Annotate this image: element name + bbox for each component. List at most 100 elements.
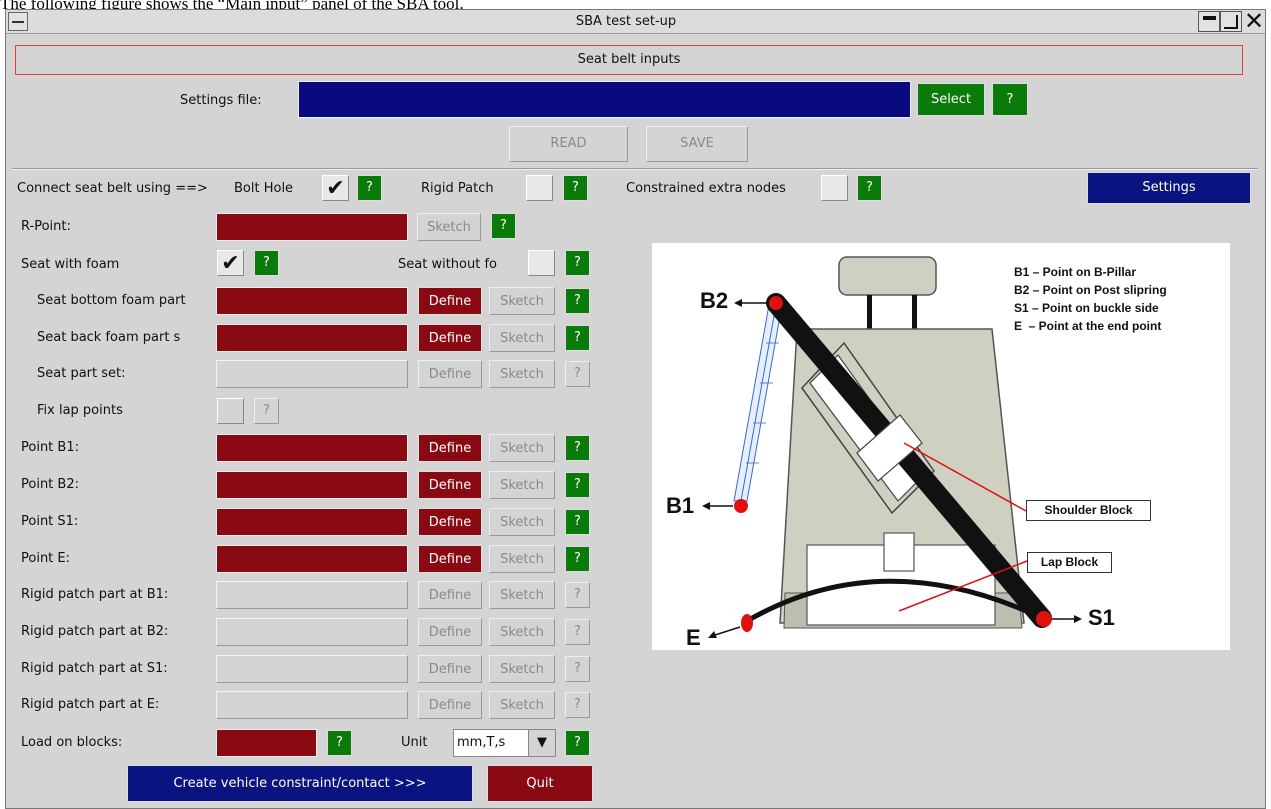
- bolt-hole-help-button[interactable]: ?: [357, 175, 382, 201]
- headrest: [838, 256, 937, 296]
- rigid-patch-b2-define-button[interactable]: Define: [418, 618, 482, 646]
- load-on-blocks-input[interactable]: [216, 729, 317, 757]
- bolt-hole-checkbox[interactable]: ✔: [322, 175, 349, 201]
- bolt-hole-label: Bolt Hole: [234, 181, 294, 196]
- sba-window: SBA test set-up ✕ Seat belt inputs Setti…: [5, 9, 1266, 809]
- seat-with-foam-help-button[interactable]: ?: [254, 250, 279, 276]
- seat-without-foam-checkbox[interactable]: [528, 250, 555, 276]
- rpoint-help-button[interactable]: ?: [491, 213, 516, 239]
- point-s1-input[interactable]: [216, 508, 408, 536]
- select-button[interactable]: Select: [917, 83, 985, 116]
- seat-with-foam-label: Seat with foam: [21, 257, 120, 272]
- point-b1-input[interactable]: [216, 434, 408, 462]
- seat-back-foam-help-button[interactable]: ?: [565, 325, 590, 351]
- window-title: SBA test set-up: [575, 14, 677, 29]
- seat-part-set-help-button[interactable]: ?: [565, 361, 590, 387]
- point-b1-define-button[interactable]: Define: [418, 434, 482, 462]
- point-e-help-button[interactable]: ?: [565, 546, 590, 572]
- rigid-patch-s1-help-button[interactable]: ?: [565, 656, 590, 682]
- title-bar: SBA test set-up ✕: [6, 9, 1265, 34]
- constrained-nodes-checkbox[interactable]: [821, 175, 848, 201]
- point-s1-sketch-button[interactable]: Sketch: [489, 508, 555, 536]
- restore-icon[interactable]: [1220, 11, 1242, 32]
- seat-bottom-foam-help-button[interactable]: ?: [565, 288, 590, 314]
- save-button[interactable]: SAVE: [646, 126, 748, 162]
- seat-without-foam-label: Seat without fo: [398, 257, 497, 272]
- rigid-patch-b1-input[interactable]: [216, 581, 408, 609]
- rpoint-sketch-button[interactable]: Sketch: [417, 213, 481, 241]
- quit-button[interactable]: Quit: [487, 765, 593, 802]
- unit-label: Unit: [401, 735, 428, 750]
- label-e: E: [686, 625, 701, 650]
- seat-with-foam-checkbox[interactable]: ✔: [217, 250, 244, 276]
- rigid-patch-e-define-button[interactable]: Define: [418, 691, 482, 719]
- load-on-blocks-help-button[interactable]: ?: [327, 730, 352, 756]
- rigid-patch-e-sketch-button[interactable]: Sketch: [489, 691, 555, 719]
- settings-button[interactable]: Settings: [1087, 172, 1251, 204]
- lap-block-label: Lap Block: [1027, 552, 1112, 573]
- rpoint-input[interactable]: [216, 213, 408, 241]
- point-s1-help-button[interactable]: ?: [565, 509, 590, 535]
- seat-part-set-label: Seat part set:: [37, 366, 126, 381]
- seat-without-foam-help-button[interactable]: ?: [565, 250, 590, 276]
- constrained-nodes-help-button[interactable]: ?: [857, 175, 882, 201]
- rigid-patch-b1-help-button[interactable]: ?: [565, 582, 590, 608]
- seat-back-foam-define-button[interactable]: Define: [418, 324, 482, 352]
- point-b2-marker: [769, 296, 783, 310]
- rigid-patch-b1-label: Rigid patch part at B1:: [21, 587, 169, 602]
- rigid-patch-e-help-button[interactable]: ?: [565, 692, 590, 718]
- seat-bottom-foam-define-button[interactable]: Define: [418, 287, 482, 315]
- rigid-patch-s1-define-button[interactable]: Define: [418, 655, 482, 683]
- rigid-patch-b2-sketch-button[interactable]: Sketch: [489, 618, 555, 646]
- unit-select[interactable]: mm,T,s ▼: [453, 729, 556, 757]
- rigid-patch-help-button[interactable]: ?: [563, 175, 588, 201]
- seat-bottom-foam-sketch-button[interactable]: Sketch: [489, 287, 555, 315]
- point-e-input[interactable]: [216, 545, 408, 573]
- point-b1-marker: [734, 499, 748, 513]
- legend-line-2: B2 – Point on Post slipring: [1014, 283, 1167, 297]
- seat-part-set-sketch-button[interactable]: Sketch: [489, 360, 555, 388]
- point-b2-help-button[interactable]: ?: [565, 472, 590, 498]
- point-e-define-button[interactable]: Define: [418, 545, 482, 573]
- minimize-icon[interactable]: [1198, 11, 1220, 32]
- rigid-patch-b2-help-button[interactable]: ?: [565, 619, 590, 645]
- rigid-patch-b1-sketch-button[interactable]: Sketch: [489, 581, 555, 609]
- rigid-patch-checkbox[interactable]: [526, 175, 553, 201]
- point-b2-input[interactable]: [216, 471, 408, 499]
- seat-belt-diagram: B1 – Point on B-Pillar B2 – Point on Pos…: [652, 243, 1230, 650]
- seat-back-foam-sketch-button[interactable]: Sketch: [489, 324, 555, 352]
- seat-part-set-input[interactable]: [216, 360, 408, 388]
- rigid-patch-s1-input[interactable]: [216, 655, 408, 683]
- settings-file-input[interactable]: [298, 81, 911, 118]
- point-b2-sketch-button[interactable]: Sketch: [489, 471, 555, 499]
- rigid-patch-b2-label: Rigid patch part at B2:: [21, 624, 169, 639]
- settings-file-help-button[interactable]: ?: [992, 83, 1028, 116]
- point-b2-define-button[interactable]: Define: [418, 471, 482, 499]
- point-b1-sketch-button[interactable]: Sketch: [489, 434, 555, 462]
- create-constraint-button[interactable]: Create vehicle constraint/contact >>>: [127, 765, 473, 802]
- read-button[interactable]: READ: [509, 126, 628, 162]
- separator: [12, 168, 1258, 170]
- seat-part-set-define-button[interactable]: Define: [418, 360, 482, 388]
- rigid-patch-e-input[interactable]: [216, 691, 408, 719]
- fix-lap-points-checkbox[interactable]: [217, 398, 244, 424]
- section-title: Seat belt inputs: [15, 45, 1243, 75]
- point-e-sketch-button[interactable]: Sketch: [489, 545, 555, 573]
- point-b1-help-button[interactable]: ?: [565, 435, 590, 461]
- point-s1-label: Point S1:: [21, 514, 79, 529]
- seat-bottom-foam-input[interactable]: [216, 287, 408, 315]
- load-on-blocks-label: Load on blocks:: [21, 735, 123, 750]
- seat-back-foam-input[interactable]: [216, 324, 408, 352]
- rigid-patch-s1-label: Rigid patch part at S1:: [21, 661, 168, 676]
- rigid-patch-b2-input[interactable]: [216, 618, 408, 646]
- rigid-patch-s1-sketch-button[interactable]: Sketch: [489, 655, 555, 683]
- close-icon[interactable]: ✕: [1243, 9, 1265, 33]
- fix-lap-points-help-button[interactable]: ?: [254, 398, 279, 424]
- chevron-down-icon: ▼: [528, 730, 555, 756]
- rpoint-label: R-Point:: [21, 219, 71, 234]
- connect-label: Connect seat belt using ==>: [17, 181, 208, 196]
- point-s1-define-button[interactable]: Define: [418, 508, 482, 536]
- unit-help-button[interactable]: ?: [565, 730, 590, 756]
- rigid-patch-b1-define-button[interactable]: Define: [418, 581, 482, 609]
- seat-back-foam-label: Seat back foam part s: [37, 330, 181, 345]
